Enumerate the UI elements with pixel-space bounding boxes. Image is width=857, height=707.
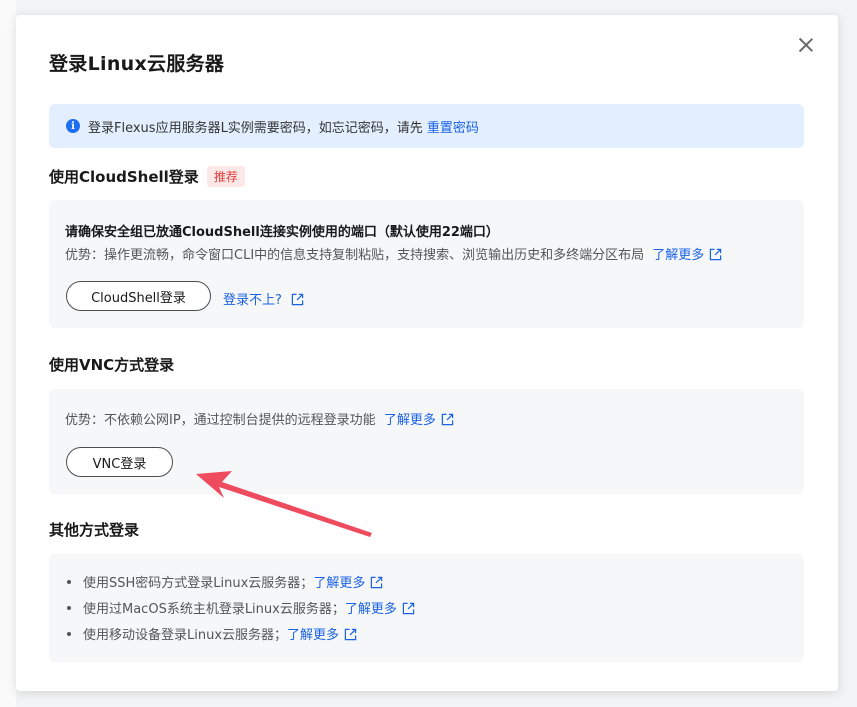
- method-learn-more-link[interactable]: 了解更多: [287, 628, 357, 643]
- alert-text: 登录Flexus应用服务器L实例需要密码，如忘记密码，请先: [88, 120, 423, 136]
- list-item: 使用移动设备登录Linux云服务器；了解更多: [67, 623, 415, 649]
- method-text: 使用SSH密码方式登录Linux云服务器；: [83, 576, 314, 591]
- vnc-card: 优势：不依赖公网IP，通过控制台提供的远程登录功能 了解更多 VNC登录: [49, 389, 804, 494]
- cloudshell-learn-more-label: 了解更多: [652, 248, 705, 263]
- cloudshell-heading-text: 使用CloudShell登录: [49, 168, 199, 186]
- vnc-learn-more-link[interactable]: 了解更多: [384, 413, 454, 428]
- method-learn-more-label: 了解更多: [344, 602, 397, 617]
- cloudshell-heading: 使用CloudShell登录 推荐: [49, 166, 245, 187]
- method-learn-more-label: 了解更多: [287, 628, 340, 643]
- cloudshell-advantage: 优势：操作更流畅，命令窗口CLI中的信息支持复制粘贴，支持搜索、浏览输出历史和多…: [65, 244, 722, 263]
- method-text: 使用过MacOS系统主机登录Linux云服务器；: [83, 602, 345, 617]
- external-link-icon: [441, 413, 454, 426]
- method-learn-more-label: 了解更多: [313, 576, 366, 591]
- external-link-icon: [344, 628, 357, 641]
- vnc-login-button[interactable]: VNC登录: [66, 447, 173, 477]
- external-link-icon: [402, 602, 415, 615]
- dialog-title: 登录Linux云服务器: [49, 53, 225, 75]
- login-trouble-label: 登录不上?: [223, 293, 282, 308]
- cloudshell-card: 请确保安全组已放通CloudShell连接实例使用的端口（默认使用22端口） 优…: [49, 200, 804, 328]
- cloudshell-card-title: 请确保安全组已放通CloudShell连接实例使用的端口（默认使用22端口）: [65, 225, 499, 240]
- external-link-icon: [710, 248, 722, 261]
- method-learn-more-link[interactable]: 了解更多: [313, 576, 383, 591]
- vnc-heading: 使用VNC方式登录: [49, 356, 175, 374]
- vnc-advantage: 优势：不依赖公网IP，通过控制台提供的远程登录功能 了解更多: [65, 409, 454, 428]
- login-dialog: 登录Linux云服务器 i 登录Flexus应用服务器L实例需要密码，如忘记密码…: [16, 15, 838, 691]
- list-item: 使用SSH密码方式登录Linux云服务器；了解更多: [67, 571, 415, 597]
- list-item: 使用过MacOS系统主机登录Linux云服务器；了解更多: [67, 597, 415, 623]
- other-heading: 其他方式登录: [49, 521, 140, 539]
- cloudshell-advantage-text: 优势：操作更流畅，命令窗口CLI中的信息支持复制粘贴，支持搜索、浏览输出历史和多…: [65, 248, 645, 263]
- vnc-learn-more-label: 了解更多: [383, 413, 436, 428]
- external-link-icon: [371, 576, 383, 589]
- cloudshell-learn-more-link[interactable]: 了解更多: [652, 248, 722, 263]
- vnc-advantage-text: 优势：不依赖公网IP，通过控制台提供的远程登录功能: [65, 413, 376, 428]
- close-icon[interactable]: [796, 35, 816, 55]
- method-text: 使用移动设备登录Linux云服务器；: [83, 628, 288, 643]
- other-methods-card: 使用SSH密码方式登录Linux云服务器；了解更多 使用过MacOS系统主机登录…: [49, 554, 804, 662]
- reset-password-link[interactable]: 重置密码: [427, 117, 479, 136]
- info-icon: i: [66, 119, 80, 133]
- other-methods-list: 使用SSH密码方式登录Linux云服务器；了解更多 使用过MacOS系统主机登录…: [67, 571, 415, 649]
- external-link-icon: [291, 293, 304, 306]
- page-backdrop: [0, 0, 16, 707]
- password-alert: i 登录Flexus应用服务器L实例需要密码，如忘记密码，请先 重置密码: [49, 104, 804, 148]
- method-learn-more-link[interactable]: 了解更多: [345, 602, 415, 617]
- login-trouble-link[interactable]: 登录不上?: [223, 289, 304, 308]
- recommended-badge: 推荐: [206, 166, 245, 187]
- cloudshell-login-button[interactable]: CloudShell登录: [66, 281, 211, 311]
